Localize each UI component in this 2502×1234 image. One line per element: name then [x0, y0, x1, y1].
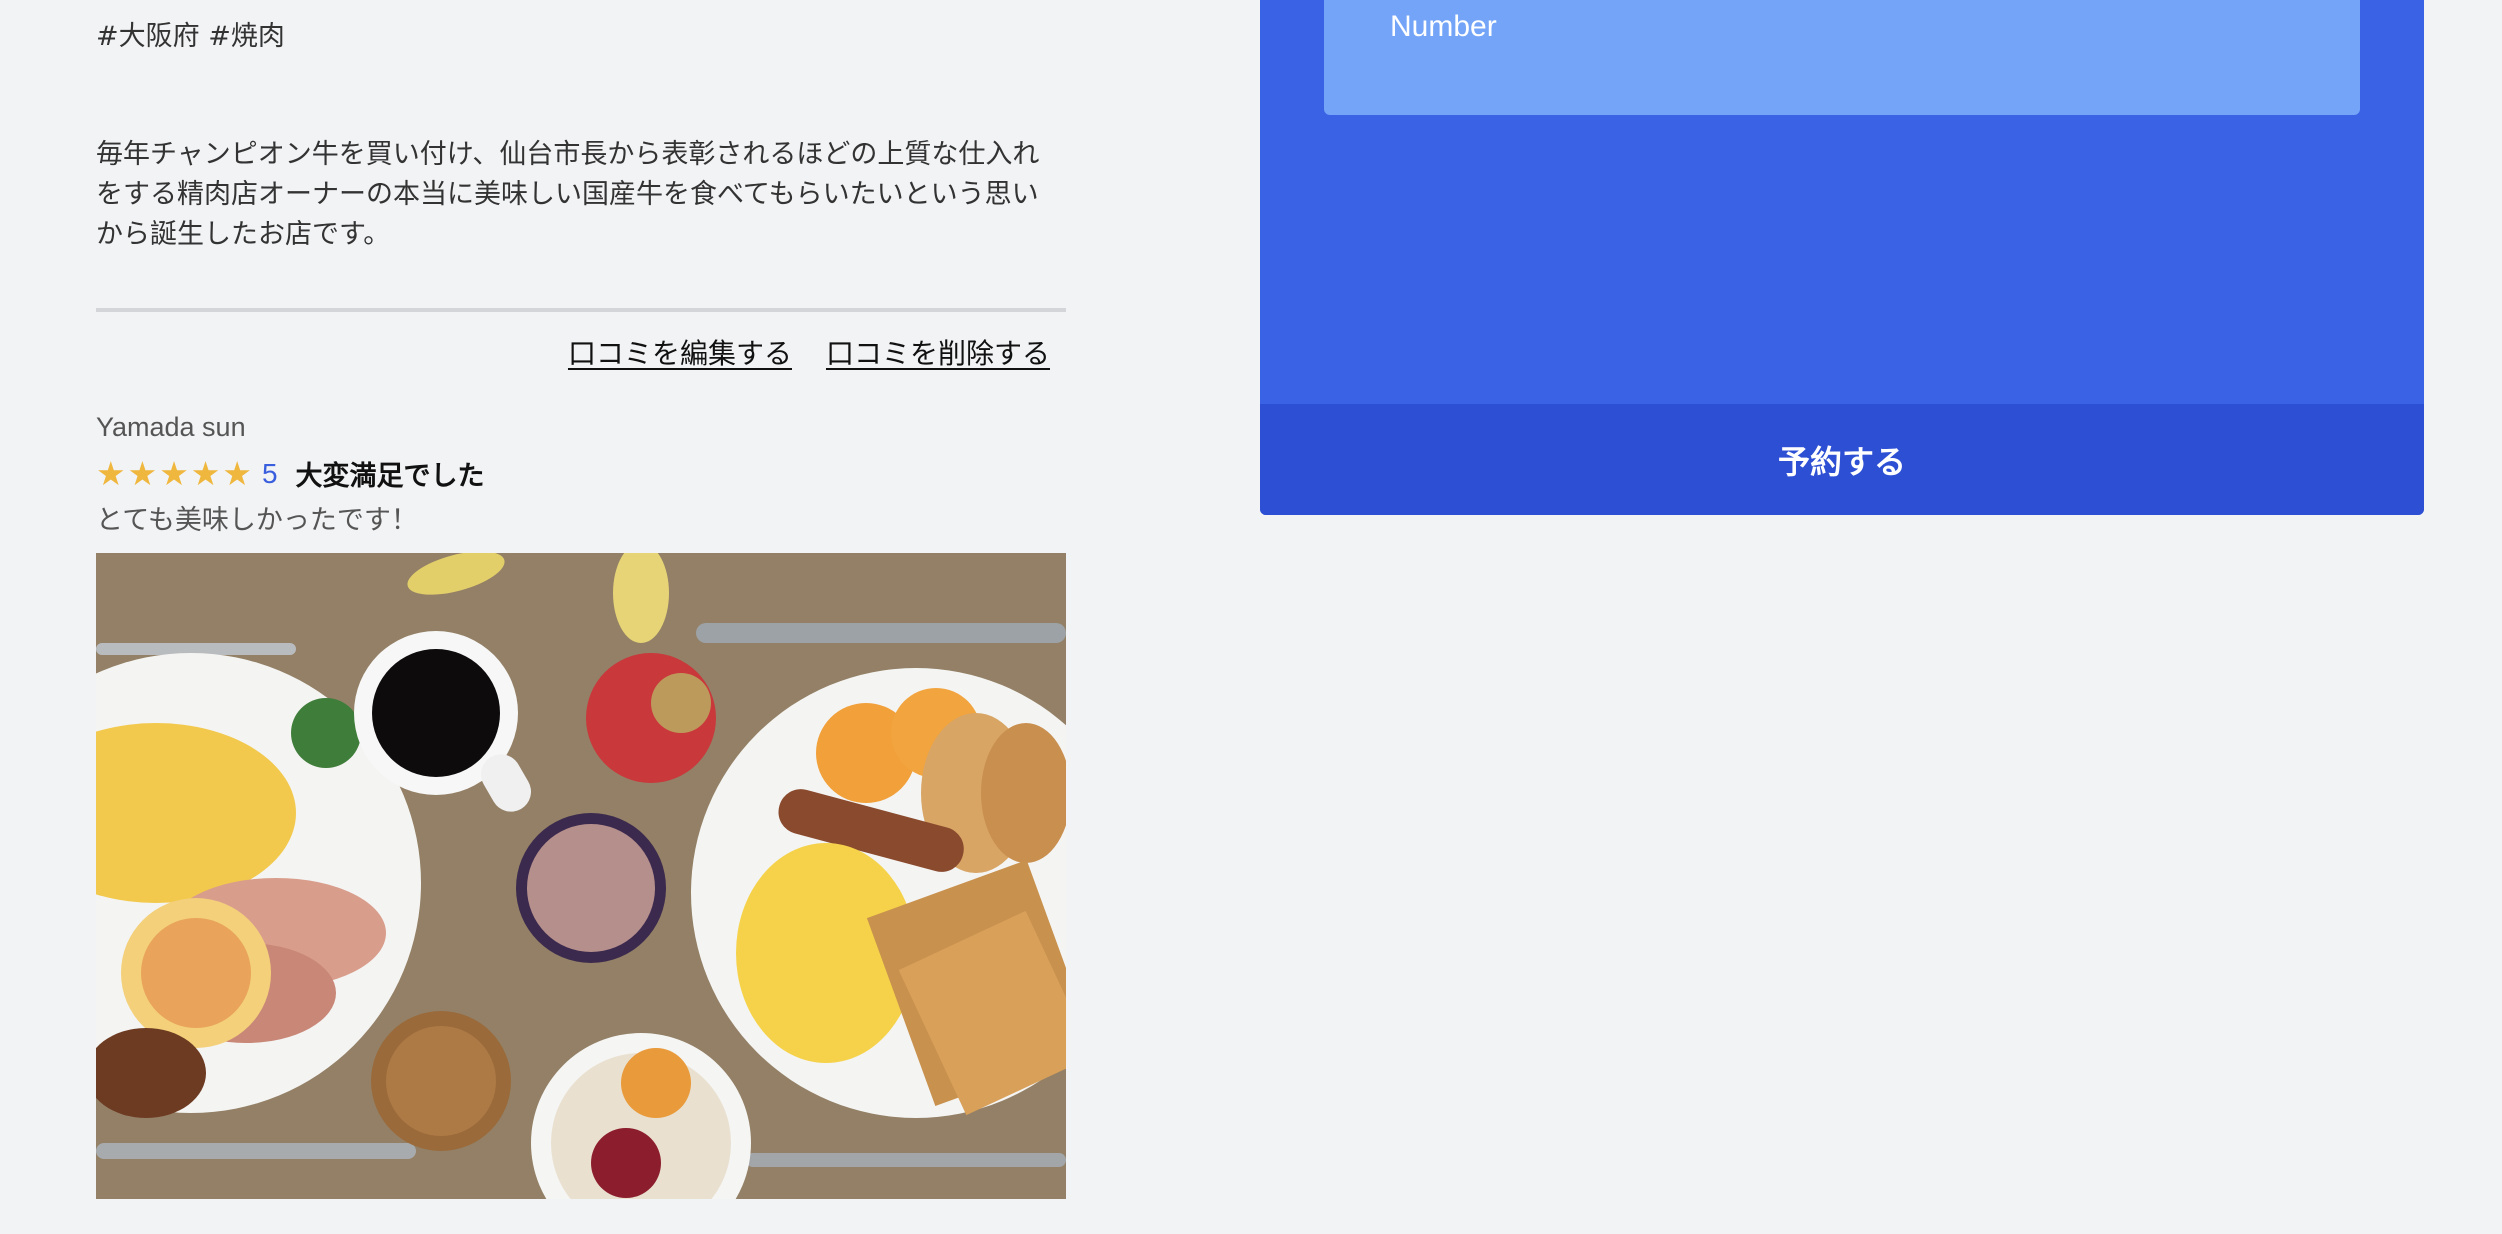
- edit-review-link[interactable]: 口コミを編集する: [568, 332, 792, 372]
- reserve-button[interactable]: 予約する: [1260, 404, 2424, 515]
- review-body: とても美味しかったです！: [96, 505, 418, 536]
- shop-description: 毎年チャンピオン牛を買い付け、仙台市長から表彰されるほどの上質な仕入れをする精肉…: [96, 139, 1040, 250]
- breakfast-photo: [96, 553, 1066, 1199]
- star-rating: ★ ★ ★ ★ ★: [96, 453, 252, 493]
- reservation-card: Number 予約する: [1260, 0, 2424, 515]
- reviewer-name: Yamada sun: [96, 412, 246, 442]
- star-icon: ★: [190, 453, 221, 493]
- section-divider: [96, 308, 1066, 312]
- star-icon: ★: [159, 453, 189, 493]
- review-actions: 口コミを編集する 口コミを削除する: [568, 332, 1050, 372]
- number-field[interactable]: Number: [1324, 0, 2360, 115]
- review-photo: [96, 553, 1066, 1199]
- review-title: 大変満足でした: [295, 461, 485, 492]
- star-icon: ★: [127, 453, 158, 493]
- star-icon: ★: [222, 453, 252, 493]
- star-icon: ★: [96, 453, 126, 493]
- delete-review-link[interactable]: 口コミを削除する: [826, 332, 1050, 372]
- review-rating: ★ ★ ★ ★ ★ 5 大変満足でした: [96, 454, 485, 493]
- rating-score: 5: [261, 457, 278, 489]
- shop-tags: #大阪府 #焼肉: [96, 21, 285, 52]
